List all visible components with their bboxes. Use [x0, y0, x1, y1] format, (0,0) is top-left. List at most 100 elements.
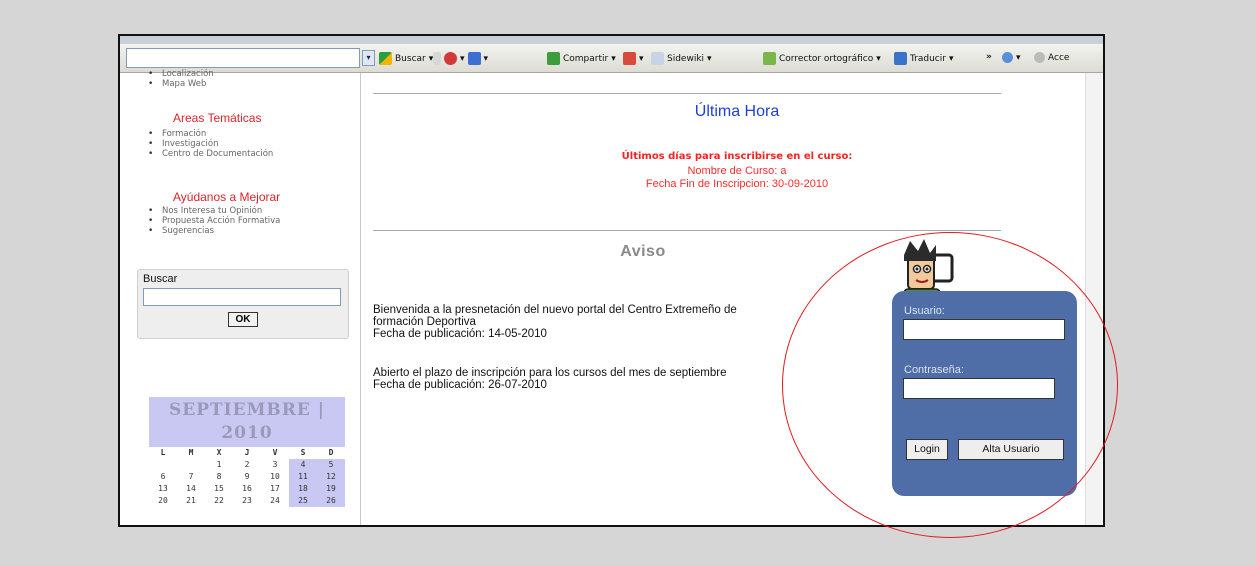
calendar-day[interactable]: 15 — [205, 483, 233, 495]
sidebar-item-sugerencias[interactable]: Sugerencias — [148, 226, 280, 236]
toolbar-icons-group-1[interactable]: ▾ ▾ — [433, 52, 488, 65]
calendar-day-weekend[interactable]: 11 — [289, 471, 317, 483]
calendar-grid: L M X J V S D 1 2 3 4 5 6 7 8 9 10 11 12… — [149, 447, 345, 507]
areas-tematicas-heading: Areas Temáticas — [173, 111, 262, 125]
sidebar-item-propuesta[interactable]: Propuesta Acción Formativa — [148, 216, 280, 226]
calendar-day[interactable]: 2 — [233, 459, 261, 471]
calendar-day[interactable]: 13 — [149, 483, 177, 495]
ayudanos-list: Nos Interesa tu Opinión Propuesta Acción… — [148, 206, 280, 236]
sidebar-item-opinion[interactable]: Nos Interesa tu Opinión — [148, 206, 280, 216]
calendar-day-weekend[interactable]: 18 — [289, 483, 317, 495]
chevron-down-icon: ▾ — [948, 53, 954, 64]
news-item: Bienvenida a la presnetación del nuevo p… — [373, 304, 893, 340]
username-input[interactable] — [903, 319, 1065, 340]
calendar-day[interactable]: 22 — [205, 495, 233, 507]
calendar-day-header: X — [216, 448, 222, 457]
password-input[interactable] — [903, 378, 1055, 399]
chevron-down-icon: ▾ — [1016, 52, 1021, 63]
toolbar-translate-page-button[interactable]: ▾ — [623, 52, 644, 65]
wrench-icon — [1002, 52, 1013, 63]
divider — [373, 230, 1001, 231]
toolbar-sidewiki-button[interactable]: Sidewiki ▾ — [651, 52, 712, 65]
toolbar-tools-button[interactable]: ▾ — [1002, 52, 1021, 63]
sidebar-item-formacion[interactable]: Formación — [148, 129, 273, 139]
sidebar-item-mapa-web[interactable]: Mapa Web — [148, 79, 214, 89]
toolbar-search-label: Buscar — [395, 53, 426, 64]
chevron-down-icon: ▾ — [876, 53, 881, 64]
areas-tematicas-list: Formación Investigación Centro de Docume… — [148, 129, 273, 159]
puzzle-icon — [467, 52, 481, 65]
toolbar-spellcheck-label: Corrector ortográfico — [779, 53, 874, 64]
calendar-day[interactable]: 24 — [261, 495, 289, 507]
toolbar-address-input[interactable] — [126, 48, 360, 68]
sidewiki-icon — [651, 52, 664, 65]
toolbar-share-button[interactable]: Compartir ▾ — [547, 52, 616, 65]
calendar-day-weekend[interactable]: 4 — [289, 459, 317, 471]
calendar-day-header: D — [328, 448, 334, 457]
notice-course-name: Nombre de Curso: a — [687, 165, 787, 177]
chevron-down-icon: ▾ — [460, 53, 465, 64]
news-item-date: Fecha de publicación: 14-05-2010 — [373, 328, 547, 340]
toolbar-translate-button[interactable]: Traducir ▾ — [894, 52, 954, 65]
sidebar-search-label: Buscar — [143, 273, 178, 285]
calendar-day[interactable]: 10 — [261, 471, 289, 483]
news-item-date: Fecha de publicación: 26-07-2010 — [373, 379, 547, 391]
calendar-day[interactable]: 3 — [261, 459, 289, 471]
toolbar-access-label: Acce — [1048, 52, 1070, 63]
calendar-day[interactable]: 1 — [205, 459, 233, 471]
chevron-down-icon: ▾ — [639, 53, 644, 64]
sidebar-item-investigacion[interactable]: Investigación — [148, 139, 273, 149]
calendar-day-weekend[interactable]: 19 — [317, 483, 345, 495]
toolbar-search-button[interactable]: Buscar ▾ — [379, 52, 433, 65]
calendar-day-header: M — [188, 448, 194, 457]
sidebar-search-ok-button[interactable]: OK — [228, 312, 258, 327]
browser-toolbar: ▾ Buscar ▾ ▾ ▾ Compartir ▾ ▾ Sidewiki ▾ — [120, 44, 1103, 73]
login-button[interactable]: Login — [906, 439, 948, 460]
login-panel: Usuario: Contraseña: Login Alta Usuario — [892, 291, 1077, 496]
sidebar-search-box: Buscar OK — [137, 269, 349, 339]
notice-end-date: Fecha Fin de Inscripcion: 30-09-2010 — [645, 178, 829, 190]
calendar-day[interactable]: 7 — [177, 471, 205, 483]
calendar-title: SEPTIEMBRE | 2010 — [149, 397, 345, 447]
toolbar-translate-label: Traducir — [910, 53, 946, 64]
chevron-down-icon: ▾ — [483, 53, 489, 64]
sidebar-search-input[interactable] — [143, 288, 341, 306]
spellcheck-icon — [763, 52, 776, 65]
page-icon — [623, 52, 636, 65]
globe-icon — [1034, 52, 1045, 63]
chevron-down-icon[interactable]: ▾ — [362, 50, 375, 66]
sidebar-item-localizacion[interactable]: Localización — [148, 69, 214, 79]
aviso-title: Aviso — [620, 243, 666, 260]
calendar-day — [177, 459, 205, 471]
calendar-day[interactable]: 9 — [233, 471, 261, 483]
calendar-day-weekend[interactable]: 12 — [317, 471, 345, 483]
news-item: Abierto el plazo de inscripción para los… — [373, 367, 893, 391]
calendar-day-weekend[interactable]: 25 — [289, 495, 317, 507]
news-item-text: Abierto el plazo de inscripción para los… — [373, 367, 727, 379]
calendar-day[interactable]: 6 — [149, 471, 177, 483]
bookmark-icon — [444, 52, 457, 65]
calendar-day[interactable]: 8 — [205, 471, 233, 483]
register-button[interactable]: Alta Usuario — [958, 439, 1064, 460]
sidebar: Localización Mapa Web Areas Temáticas Fo… — [120, 69, 361, 525]
calendar-day[interactable]: 20 — [149, 495, 177, 507]
toolbar-more-button[interactable]: » — [986, 52, 992, 62]
calendar-day[interactable]: 23 — [233, 495, 261, 507]
separator-icon — [433, 52, 441, 65]
calendar-day[interactable]: 14 — [177, 483, 205, 495]
news-item-text: Bienvenida a la presnetación del nuevo p… — [373, 304, 737, 316]
calendar-day-weekend[interactable]: 26 — [317, 495, 345, 507]
toolbar-access-button[interactable]: Acce — [1034, 52, 1069, 63]
calendar-day[interactable]: 21 — [177, 495, 205, 507]
calendar-day[interactable]: 17 — [261, 483, 289, 495]
toolbar-spellcheck-button[interactable]: Corrector ortográfico ▾ — [763, 52, 881, 65]
calendar-day-weekend[interactable]: 5 — [317, 459, 345, 471]
calendar-day[interactable]: 16 — [233, 483, 261, 495]
username-label: Usuario: — [904, 305, 945, 317]
vertical-scrollbar[interactable] — [1085, 73, 1102, 525]
notice-title: Últimos días para inscribirse en el curs… — [621, 151, 853, 162]
calendar: SEPTIEMBRE | 2010 L M X J V S D 1 2 3 4 … — [149, 397, 345, 525]
toolbar-share-label: Compartir — [563, 53, 609, 64]
search-engine-icon — [379, 52, 392, 65]
sidebar-item-centro-documentacion[interactable]: Centro de Documentación — [148, 149, 273, 159]
